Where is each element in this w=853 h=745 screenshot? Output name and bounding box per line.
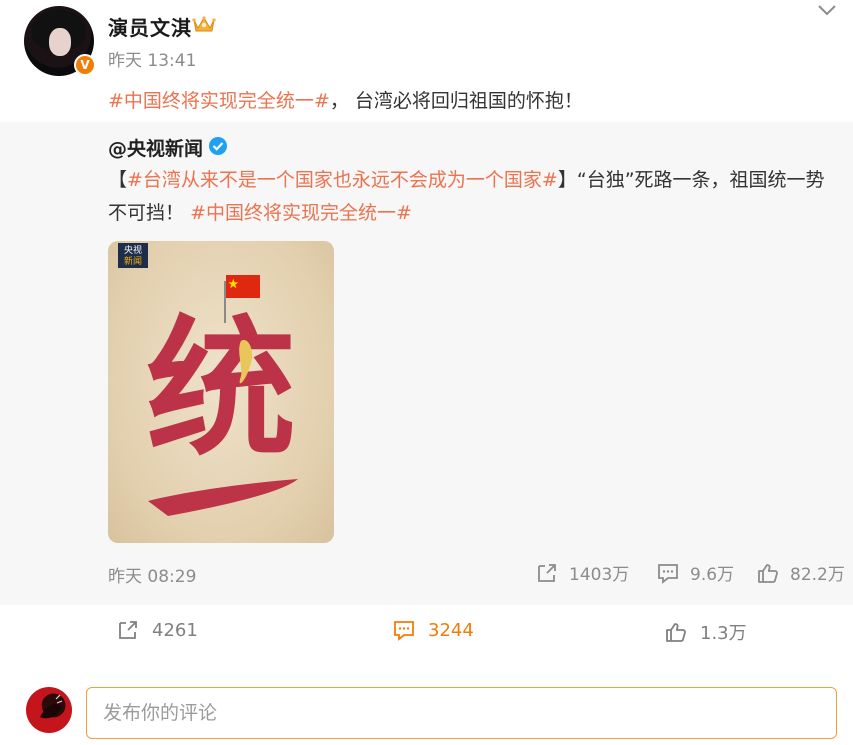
username[interactable]: 演员文淇 [108, 12, 192, 41]
share-icon [538, 563, 556, 582]
repost-text: 【#台湾从来不是一个国家也永远不会成为一个国家#】“台独”死路一条，祖国统一势不… [108, 164, 838, 230]
thumbs-up-icon [666, 623, 686, 642]
reposted-content: @央视新闻 【#台湾从来不是一个国家也永远不会成为一个国家#】“台独”死路一条，… [0, 122, 853, 605]
repost-count: 4261 [152, 619, 198, 641]
repost-like-stat[interactable]: 82.2万 [756, 560, 845, 585]
like-count: 1.3万 [700, 623, 747, 644]
repost-share-count: 1403万 [569, 565, 630, 585]
repost-comment-count: 9.6万 [690, 565, 735, 585]
repost-image[interactable]: 央视 新闻 统 一 [108, 241, 334, 543]
post-hashtag[interactable]: #中国终将实现完全统一# [108, 90, 330, 112]
post-text: #中国终将实现完全统一#， 台湾必将回归祖国的怀抱！ [108, 86, 583, 113]
crown-icon [192, 16, 216, 32]
comment-count: 3244 [428, 619, 474, 641]
repost-author[interactable]: @央视新闻 [108, 134, 203, 161]
repost-time[interactable]: 昨天 08:29 [108, 562, 196, 587]
comment-icon [658, 563, 678, 584]
repost-button[interactable]: 4261 [116, 619, 198, 641]
post-time[interactable]: 昨天 13:41 [108, 46, 196, 71]
repost-like-count: 82.2万 [790, 565, 845, 585]
repost-hashtag-1[interactable]: #台湾从来不是一个国家也永远不会成为一个国家# [127, 169, 558, 191]
calligraphy-tong: 统 [146, 301, 296, 477]
avatar-face [49, 28, 71, 56]
verified-badge: V [74, 54, 96, 76]
post-action-bar: 4261 3244 1.3万 [0, 605, 853, 665]
comment-composer [0, 680, 853, 745]
cctv-logo-line2: 新闻 [124, 255, 142, 267]
repost-comment-stat[interactable]: 9.6万 [656, 560, 734, 585]
unification-poster: 央视 新闻 统 一 [118, 243, 298, 516]
repost-bracket: 【 [108, 169, 128, 191]
calligraphy-yi: 一 [221, 498, 222, 500]
share-icon [119, 621, 137, 639]
cctv-logo-line1: 央视 [124, 244, 142, 256]
comment-input[interactable] [86, 687, 837, 739]
calligraphy-yi-stroke [148, 479, 298, 516]
chevron-down-icon[interactable] [816, 2, 838, 18]
post-body-text: ， 台湾必将回归祖国的怀抱！ [329, 90, 583, 112]
repost-share-stat[interactable]: 1403万 [535, 560, 629, 585]
current-user-avatar[interactable] [26, 687, 72, 733]
like-button[interactable]: 1.3万 [664, 619, 747, 645]
blue-verified-icon [209, 137, 227, 155]
comment-button[interactable]: 3244 [392, 619, 474, 641]
repost-hashtag-2[interactable]: #中国终将实现完全统一# [190, 202, 412, 224]
comment-icon [394, 621, 414, 641]
thumbs-up-icon [758, 563, 778, 583]
post-header: V 演员文淇 昨天 13:41 #中国终将实现完全统一#， 台湾必将回归祖国的怀… [0, 0, 853, 120]
user-avatar-art [40, 694, 63, 719]
